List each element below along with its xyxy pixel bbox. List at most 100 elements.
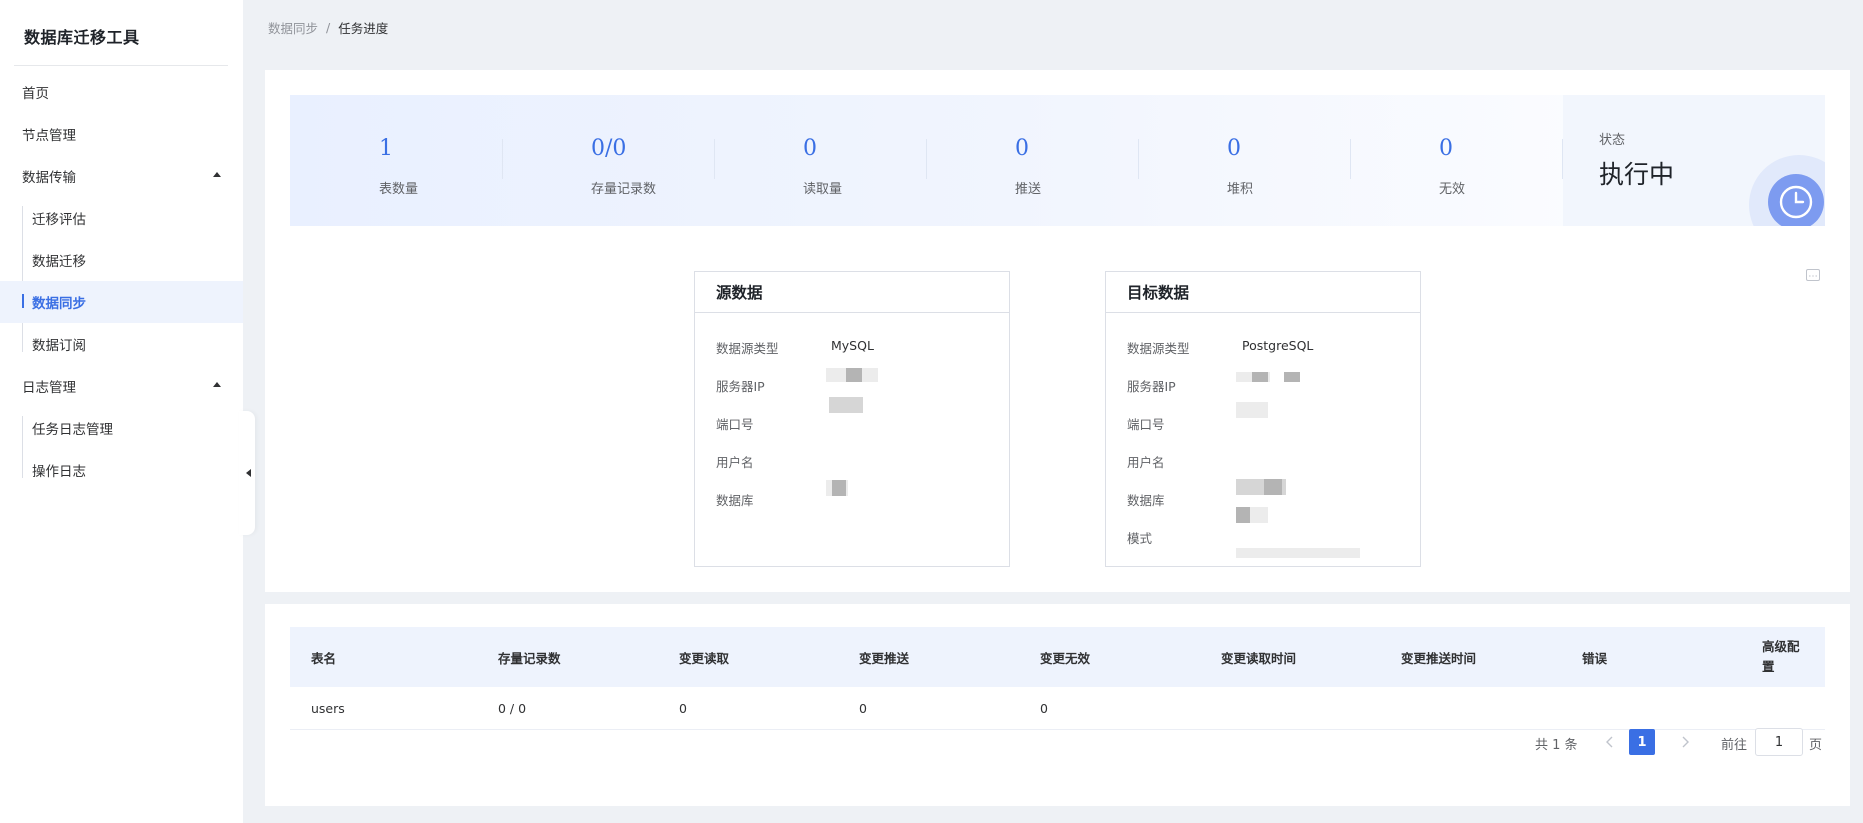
stat-label: 表数量 xyxy=(379,182,419,197)
table-cell: users xyxy=(311,701,345,716)
toolbox-icon[interactable] xyxy=(1805,267,1821,283)
sidebar-item-label: 数据传输 xyxy=(22,170,76,186)
column-header: 变更推送 xyxy=(859,650,910,666)
column-header: 存量记录数 xyxy=(498,650,561,666)
task-progress-panel: 1 表数量 0/0 存量记录数 0 读取量 0 推送 0 堆积 0 无效 状态 … xyxy=(265,70,1850,592)
sidebar-collapse-button[interactable] xyxy=(239,411,255,535)
stat-label: 推送 xyxy=(1015,182,1042,197)
sidebar-item-label: 首页 xyxy=(22,86,49,102)
source-card-title: 源数据 xyxy=(695,272,1009,313)
active-indicator xyxy=(22,294,24,308)
stat-stock-records: 0/0 存量记录数 xyxy=(502,95,714,226)
stat-label: 无效 xyxy=(1439,182,1466,197)
caret-up-icon xyxy=(213,172,221,177)
stat-value: 0 xyxy=(803,136,817,161)
source-field-label: 端口号 xyxy=(716,417,754,432)
sidebar-item-node-management[interactable]: 节点管理 xyxy=(0,113,243,155)
source-field-label: 用户名 xyxy=(716,455,754,470)
column-header: 变更读取 xyxy=(679,650,730,666)
table-header: 表名 存量记录数 变更读取 变更推送 变更无效 变更读取时间 变更推送时间 错误… xyxy=(290,627,1825,687)
redacted-value xyxy=(1264,479,1282,495)
sidebar-group-data-transfer[interactable]: 数据传输 xyxy=(0,155,243,197)
column-header: 变更推送时间 xyxy=(1401,650,1477,666)
source-field-label: 数据库 xyxy=(716,493,754,508)
breadcrumb: 数据同步 / 任务进度 xyxy=(268,18,388,37)
sidebar-item-home[interactable]: 首页 xyxy=(0,71,243,113)
target-type-value: PostgreSQL xyxy=(1242,338,1314,353)
table-cell: 0 xyxy=(1040,701,1048,716)
redacted-value xyxy=(1284,372,1300,382)
column-header-advanced-config: 高级配置 xyxy=(1762,639,1800,674)
caret-up-icon xyxy=(213,382,221,387)
column-header: 变更读取时间 xyxy=(1221,650,1297,666)
column-header: 错误 xyxy=(1582,650,1608,666)
sync-table: 表名 存量记录数 变更读取 变更推送 变更无效 变更读取时间 变更推送时间 错误… xyxy=(290,627,1825,730)
stat-label: 存量记录数 xyxy=(591,182,657,197)
table-cell: 0 / 0 xyxy=(498,701,527,716)
sidebar-item-data-migration[interactable]: 数据迁移 xyxy=(0,239,243,281)
sidebar-item-data-sync[interactable]: 数据同步 xyxy=(0,281,243,323)
chevron-right-icon[interactable] xyxy=(1675,732,1695,752)
status-card: 状态 执行中 xyxy=(1563,95,1825,226)
breadcrumb-current: 任务进度 xyxy=(338,21,389,36)
chevron-left-icon[interactable] xyxy=(1600,732,1620,752)
redacted-value xyxy=(846,368,862,382)
target-data-card: 目标数据 数据源类型 PostgreSQL 服务器IP 端口号 用户名 数据库 … xyxy=(1105,271,1421,567)
sidebar-item-operation-log[interactable]: 操作日志 xyxy=(0,449,243,491)
target-field-label: 用户名 xyxy=(1127,455,1165,470)
source-field-label: 数据源类型 xyxy=(716,341,779,356)
caret-left-icon xyxy=(246,469,251,477)
redacted-value xyxy=(1236,548,1360,558)
stat-label: 堆积 xyxy=(1227,182,1254,197)
sidebar-item-label: 日志管理 xyxy=(22,380,76,396)
pagination-total: 共 1 条 xyxy=(1535,738,1578,753)
stat-push-count: 0 推送 xyxy=(926,95,1138,226)
sidebar-item-task-log[interactable]: 任务日志管理 xyxy=(0,407,243,449)
goto-page-input[interactable] xyxy=(1755,728,1803,756)
sidebar-divider xyxy=(14,65,228,66)
page-number-button[interactable]: 1 xyxy=(1629,729,1655,755)
target-field-label: 数据源类型 xyxy=(1127,341,1190,356)
sidebar-item-label: 任务日志管理 xyxy=(32,422,113,438)
sidebar-item-label: 数据同步 xyxy=(32,296,86,312)
target-field-label: 数据库 xyxy=(1127,493,1165,508)
sidebar-item-label: 数据迁移 xyxy=(32,254,86,270)
sidebar-item-label: 迁移评估 xyxy=(32,212,86,228)
stat-label: 读取量 xyxy=(803,182,843,197)
table-cell: 0 xyxy=(679,701,687,716)
stat-value: 0 xyxy=(1227,136,1241,161)
stat-invalid: 0 无效 xyxy=(1350,95,1562,226)
stat-value: 1 xyxy=(379,136,393,161)
redacted-value xyxy=(832,480,846,496)
breadcrumb-parent-link[interactable]: 数据同步 xyxy=(268,18,318,37)
page-suffix-label: 页 xyxy=(1809,738,1823,753)
pagination: 共 1 条 1 前往 页 xyxy=(265,727,1825,757)
stat-value: 0/0 xyxy=(591,136,627,161)
table-row: users 0 / 0 0 0 0 xyxy=(290,687,1825,730)
table-panel: 表名 存量记录数 变更读取 变更推送 变更无效 变更读取时间 变更推送时间 错误… xyxy=(265,604,1850,806)
sidebar-group-log-management[interactable]: 日志管理 xyxy=(0,365,243,407)
target-field-label: 模式 xyxy=(1127,531,1153,546)
status-value: 执行中 xyxy=(1599,160,1675,189)
target-card-title: 目标数据 xyxy=(1106,272,1420,313)
sidebar-item-migration-assessment[interactable]: 迁移评估 xyxy=(0,197,243,239)
stat-backlog: 0 堆积 xyxy=(1138,95,1350,226)
stat-value: 0 xyxy=(1015,136,1029,161)
sidebar-item-label: 节点管理 xyxy=(22,128,76,144)
source-data-card: 源数据 数据源类型 MySQL 服务器IP 端口号 用户名 数据库 xyxy=(694,271,1010,567)
goto-label: 前往 xyxy=(1721,738,1748,753)
stats-bar: 1 表数量 0/0 存量记录数 0 读取量 0 推送 0 堆积 0 无效 xyxy=(290,95,1605,226)
redacted-value xyxy=(1236,507,1250,523)
sidebar-item-label: 数据订阅 xyxy=(32,338,86,354)
breadcrumb-separator: / xyxy=(326,20,331,35)
sidebar-item-data-subscription[interactable]: 数据订阅 xyxy=(0,323,243,365)
source-field-label: 服务器IP xyxy=(716,379,765,394)
clock-icon xyxy=(1779,185,1813,219)
table-cell: 0 xyxy=(859,701,867,716)
column-header: 变更无效 xyxy=(1040,650,1091,666)
status-label: 状态 xyxy=(1599,133,1626,148)
redacted-value xyxy=(1252,372,1268,382)
redacted-value xyxy=(829,397,863,413)
source-type-value: MySQL xyxy=(831,338,874,353)
app-title: 数据库迁移工具 xyxy=(24,28,140,47)
